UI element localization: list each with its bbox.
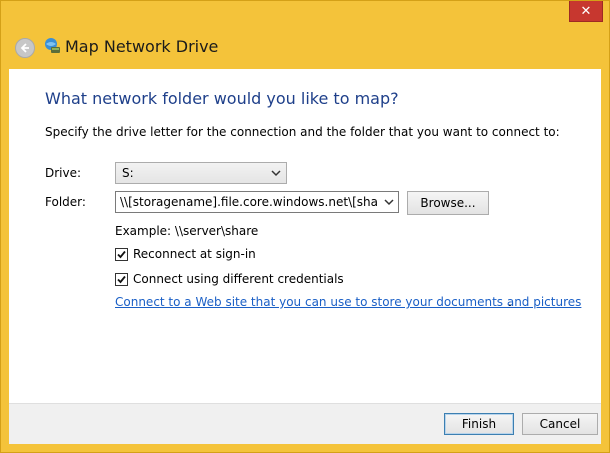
dialog-content: What network folder would you like to ma… [9,69,601,404]
reconnect-label: Reconnect at sign-in [133,247,256,261]
back-arrow-icon [20,43,29,53]
title-bar: Map Network Drive [9,31,601,69]
close-icon: ✕ [580,3,592,19]
link-suffix: . [508,295,512,309]
browse-button[interactable]: Browse... [407,191,489,215]
network-drive-icon [45,38,60,53]
cancel-label: Cancel [539,417,581,431]
window-title: Map Network Drive [65,37,219,56]
folder-combobox[interactable]: \\[storagename].file.core.windows.net\[s… [115,191,399,213]
drive-value: S: [122,166,134,180]
folder-value: \\[storagename].file.core.windows.net\[s… [120,195,378,209]
map-network-drive-window: ✕ Map Network Drive What network folder … [0,0,610,453]
example-text: Example: \\server\share [115,224,259,238]
chevron-down-icon [271,170,281,177]
credentials-checkbox[interactable] [115,272,128,286]
browse-label: Browse... [420,196,476,210]
credentials-label: Connect using different credentials [133,272,344,286]
folder-label: Folder: [45,195,86,209]
cancel-button[interactable]: Cancel [522,413,598,435]
back-button[interactable] [15,38,35,58]
page-heading: What network folder would you like to ma… [45,89,399,108]
chevron-down-icon[interactable] [383,195,395,209]
instructions-text: Specify the drive letter for the connect… [45,125,560,139]
finish-label: Finish [461,417,497,431]
reconnect-checkbox[interactable] [115,247,128,261]
reconnect-checkbox-row[interactable]: Reconnect at sign-in [115,247,256,261]
checkmark-icon [117,250,126,258]
checkmark-icon [117,275,126,283]
dialog-footer: Finish Cancel [9,403,601,444]
drive-dropdown[interactable]: S: [115,162,287,184]
drive-label: Drive: [45,166,82,180]
close-button[interactable]: ✕ [569,1,603,22]
credentials-checkbox-row[interactable]: Connect using different credentials [115,272,344,286]
finish-button[interactable]: Finish [444,413,514,435]
